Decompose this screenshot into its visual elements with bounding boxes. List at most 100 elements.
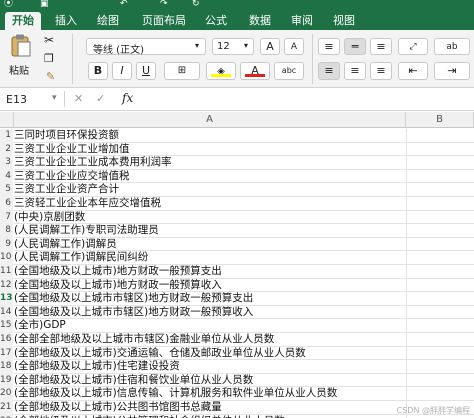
row-header[interactable]: 3 bbox=[0, 156, 13, 170]
row-header[interactable]: 21 bbox=[0, 401, 13, 415]
align-right-button[interactable]: ≡ bbox=[370, 62, 392, 80]
decrease-indent-button[interactable]: ⇤ bbox=[398, 62, 428, 80]
cell-a[interactable]: (全部全部地级及以上城市市辖区)金融业单位从业人员数 bbox=[14, 333, 406, 347]
select-all-corner[interactable] bbox=[0, 112, 14, 128]
row-header[interactable]: 8 bbox=[0, 224, 13, 238]
cell-a[interactable]: (全部地级及以上城市)公共图书馆图书总藏量 bbox=[14, 401, 406, 415]
cell-a[interactable]: (人民调解工作)专职司法助理员 bbox=[14, 224, 406, 238]
cell-a[interactable]: (全部地级及以上城市)住宿和餐饮业单位从业人员数 bbox=[14, 374, 406, 388]
autosave-icon[interactable]: ⦿ bbox=[4, 0, 13, 9]
align-center-button[interactable]: ≡ bbox=[344, 62, 366, 80]
row-header[interactable]: 9 bbox=[0, 237, 13, 252]
underline-button[interactable]: U bbox=[136, 62, 156, 80]
row-header[interactable]: 11 bbox=[0, 265, 13, 279]
cell-b[interactable] bbox=[406, 319, 474, 333]
undo-icon[interactable]: ↶ bbox=[120, 0, 128, 9]
tab-draw[interactable]: 绘图 bbox=[92, 12, 124, 30]
tab-insert[interactable]: 插入 bbox=[50, 12, 82, 30]
row-header[interactable]: 2 bbox=[0, 142, 13, 157]
redo-icon[interactable]: ↷ bbox=[160, 0, 168, 9]
cell-a[interactable]: 三资工业企业工业增加值 bbox=[14, 143, 406, 157]
row-header[interactable]: 5 bbox=[0, 183, 13, 197]
cell-b[interactable] bbox=[406, 265, 474, 279]
cell-a[interactable]: 三资工业企业资产合计 bbox=[14, 183, 406, 197]
cell-b[interactable] bbox=[406, 142, 474, 157]
align-top-button[interactable]: ≡ bbox=[318, 38, 340, 55]
cell-b[interactable] bbox=[406, 251, 474, 265]
cell-b[interactable] bbox=[406, 373, 474, 388]
insert-function-button[interactable]: fx bbox=[122, 91, 133, 105]
row-header[interactable]: 13 bbox=[0, 292, 13, 306]
cell-a[interactable]: (全部地级及以上城市)交通运输、仓储及邮政业单位从业人员数 bbox=[14, 347, 406, 361]
cell-b[interactable] bbox=[406, 237, 474, 252]
row-header[interactable]: 6 bbox=[0, 197, 13, 211]
cell-b[interactable] bbox=[406, 333, 474, 347]
row-header[interactable]: 22 bbox=[0, 414, 13, 418]
format-painter-icon[interactable]: ✎ bbox=[46, 70, 55, 83]
cell-b[interactable] bbox=[406, 156, 474, 170]
tab-data[interactable]: 数据 bbox=[244, 12, 276, 30]
italic-button[interactable]: I bbox=[112, 62, 132, 80]
column-header-a[interactable]: A bbox=[14, 112, 406, 128]
cell-a[interactable]: (全部地级及以上城市)信息传输、计算机服务和软件业单位从业人员数 bbox=[14, 387, 406, 401]
cell-b[interactable] bbox=[406, 224, 474, 238]
row-header[interactable]: 15 bbox=[0, 319, 13, 333]
cell-a[interactable]: (全国地级及以上城市)地方财政一般预算收入 bbox=[14, 279, 406, 293]
cell-b[interactable] bbox=[406, 292, 474, 306]
increase-indent-button[interactable]: ⇥ bbox=[434, 62, 470, 80]
font-name-select[interactable]: 等线 (正文) ▾ bbox=[86, 38, 206, 56]
cell-b[interactable] bbox=[406, 278, 474, 293]
cell-a[interactable]: 三同时项目环保投资额 bbox=[14, 129, 406, 143]
cell-b[interactable] bbox=[406, 129, 474, 143]
cell-b[interactable] bbox=[406, 387, 474, 401]
name-box[interactable]: E13 bbox=[6, 93, 27, 106]
paste-button[interactable]: 粘贴 bbox=[6, 34, 36, 82]
cell-b[interactable] bbox=[406, 197, 474, 211]
cell-a[interactable]: (全国地级及以上城市)地方财政一般预算支出 bbox=[14, 265, 406, 279]
refresh-icon[interactable]: ↻ bbox=[192, 0, 200, 9]
tab-review[interactable]: 审阅 bbox=[286, 12, 318, 30]
wrap-text-button[interactable]: ab bbox=[434, 38, 470, 55]
tab-formulas[interactable]: 公式 bbox=[200, 12, 232, 30]
bold-button[interactable]: B bbox=[88, 62, 108, 80]
phonetic-button[interactable]: abc bbox=[274, 62, 304, 80]
cell-a[interactable]: 三资工业企业工业成本费用利润率 bbox=[14, 156, 406, 170]
cell-b[interactable] bbox=[406, 305, 474, 320]
cell-a[interactable]: 三资轻工业企业本年应交增值税 bbox=[14, 197, 406, 211]
borders-button[interactable]: ⊞ bbox=[164, 62, 200, 80]
cell-a[interactable]: (全部地级及以上城市)公共管理和社会组织单位从业人员数 bbox=[14, 415, 406, 418]
cell-a[interactable]: (中央)京剧团数 bbox=[14, 211, 406, 225]
row-header[interactable]: 4 bbox=[0, 169, 13, 184]
align-left-button[interactable]: ≡ bbox=[318, 62, 340, 80]
row-header[interactable]: 12 bbox=[0, 278, 13, 293]
cut-icon[interactable]: ✂ bbox=[44, 33, 54, 47]
row-header[interactable]: 20 bbox=[0, 387, 13, 401]
row-header[interactable]: 19 bbox=[0, 373, 13, 388]
orientation-button[interactable]: ⤢ bbox=[398, 38, 428, 55]
cell-a[interactable]: (全国地级及以上城市市辖区)地方财政一般预算收入 bbox=[14, 306, 406, 320]
row-header[interactable]: 17 bbox=[0, 346, 13, 361]
cell-b[interactable] bbox=[406, 360, 474, 374]
copy-icon[interactable]: ❐ bbox=[44, 52, 54, 65]
cell-a[interactable]: (全部地级及以上城市)住宅建设投资 bbox=[14, 360, 406, 374]
row-header[interactable]: 14 bbox=[0, 305, 13, 320]
cell-a[interactable]: (全市)GDP bbox=[14, 319, 406, 333]
cell-a[interactable]: (全国地级及以上城市市辖区)地方财政一般预算支出 bbox=[14, 292, 406, 306]
align-bottom-button[interactable]: ≡ bbox=[370, 38, 392, 55]
cell-b[interactable] bbox=[406, 346, 474, 361]
row-header[interactable]: 18 bbox=[0, 360, 13, 374]
tab-home[interactable]: 开始 bbox=[5, 12, 41, 30]
fill-color-button[interactable]: ◈ bbox=[206, 62, 236, 80]
cell-a[interactable]: 三资工业企业应交增值税 bbox=[14, 170, 406, 184]
cell-a[interactable]: (人民调解工作)调解员 bbox=[14, 238, 406, 252]
cell-a[interactable]: (人民调解工作)调解民间纠纷 bbox=[14, 251, 406, 265]
row-header[interactable]: 1 bbox=[0, 129, 13, 143]
cancel-icon[interactable]: ✕ bbox=[74, 92, 83, 105]
confirm-icon[interactable]: ✓ bbox=[96, 92, 105, 105]
row-header[interactable]: 16 bbox=[0, 333, 13, 347]
font-grow-button[interactable]: A bbox=[260, 38, 280, 55]
row-header[interactable]: 7 bbox=[0, 210, 13, 225]
cell-b[interactable] bbox=[406, 210, 474, 225]
tab-view[interactable]: 视图 bbox=[328, 12, 360, 30]
save-icon[interactable]: ▣ bbox=[40, 0, 49, 9]
